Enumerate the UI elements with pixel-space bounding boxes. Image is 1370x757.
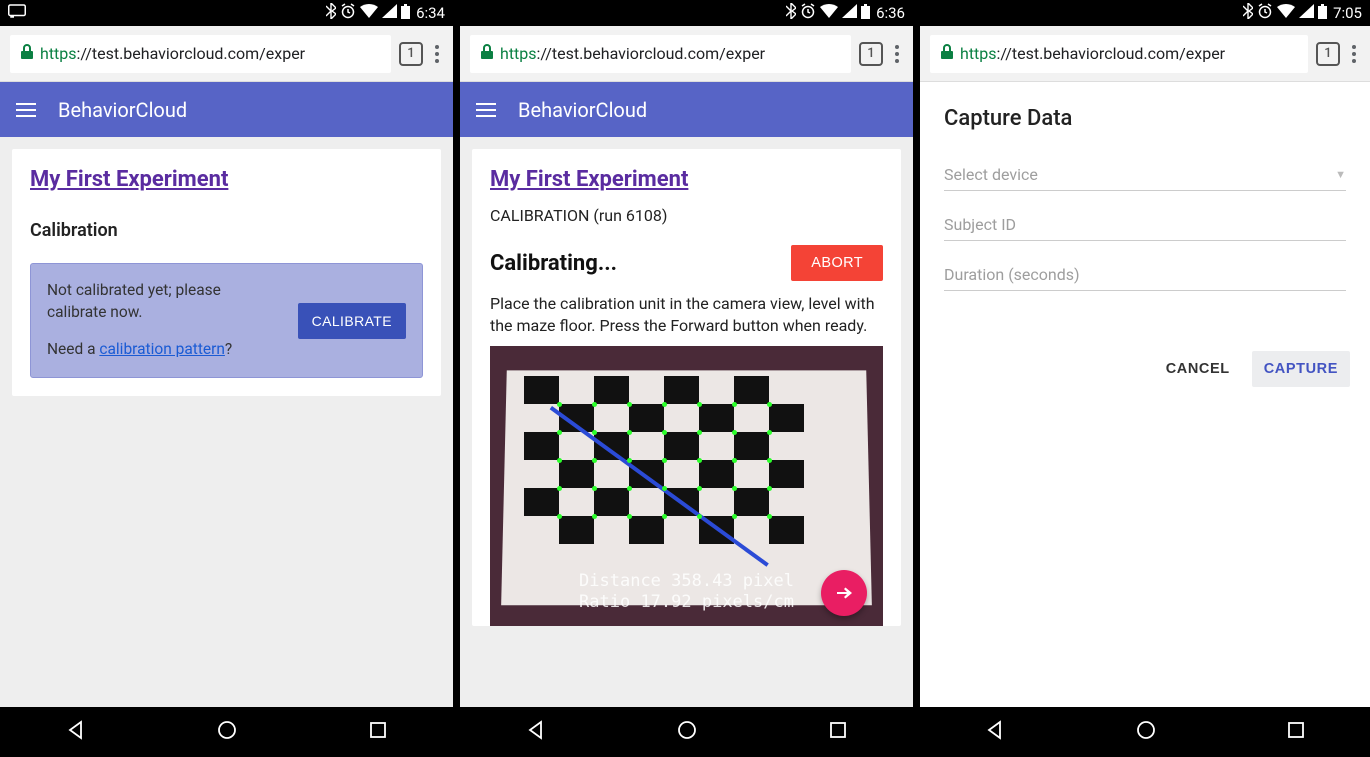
url-field[interactable]: https://test.behaviorcloud.com/exper [10,35,391,73]
signal-icon [1299,4,1314,22]
capture-button[interactable]: CAPTURE [1252,351,1350,387]
recents-button[interactable] [368,720,388,744]
android-nav-bar [920,707,1370,757]
browser-url-bar: https://test.behaviorcloud.com/exper 1 [0,26,453,82]
experiment-card: My First Experiment CALIBRATION (run 610… [472,149,901,626]
hamburger-icon[interactable] [476,103,496,117]
alarm-icon [1257,3,1273,23]
callout-text-2-pre: Need a [47,340,99,358]
home-button[interactable] [676,719,698,745]
tabs-button[interactable]: 1 [399,42,423,66]
url-field[interactable]: https://test.behaviorcloud.com/exper [930,35,1308,73]
phone-3: 7:05 https://test.behaviorcloud.com/expe… [920,0,1370,757]
experiment-card: My First Experiment Calibration Not cali… [12,149,441,396]
browser-url-bar: https://test.behaviorcloud.com/exper 1 [460,26,913,82]
app-title: BehaviorCloud [58,98,187,122]
signal-icon [382,4,397,22]
calibration-callout: Not calibrated yet; please calibrate now… [30,263,423,378]
forward-button[interactable] [821,570,867,616]
status-clock: 7:05 [1333,4,1362,22]
home-button[interactable] [1135,719,1157,745]
battery-icon [401,4,410,23]
browser-menu-button[interactable] [891,41,903,67]
android-status-bar: 6:34 [0,0,453,26]
signal-icon [842,4,857,22]
android-status-bar: 7:05 [920,0,1370,26]
recents-button[interactable] [1286,720,1306,744]
lock-icon [480,44,494,64]
android-nav-bar [460,707,913,757]
recents-button[interactable] [828,720,848,744]
home-button[interactable] [216,719,238,745]
dialog-title: Capture Data [920,82,1370,141]
alarm-icon [800,3,816,23]
wifi-icon [1277,4,1295,22]
bluetooth-icon [326,3,336,23]
lock-icon [20,44,34,64]
camera-preview: Distance 358.43 pixel Ratio 17.92 pixels… [490,346,883,626]
battery-icon [861,4,870,23]
phone-2: 6:36 https://test.behaviorcloud.com/expe… [460,0,913,757]
calibration-heading: Calibration [30,220,423,241]
cast-icon [8,4,26,22]
back-button[interactable] [525,719,547,745]
calibration-instructions: Place the calibration unit in the camera… [490,293,883,336]
cancel-button[interactable]: CANCEL [1154,351,1242,387]
battery-icon [1318,4,1327,23]
detected-corners [524,376,804,544]
wifi-icon [360,4,378,22]
phone-1: 6:34 https://test.behaviorcloud.com/expe… [0,0,453,757]
experiment-link[interactable]: My First Experiment [490,167,688,192]
duration-field[interactable]: Duration (seconds) [944,255,1346,291]
lock-icon [940,44,954,64]
calibration-run-label: CALIBRATION (run 6108) [490,206,883,225]
dialog-content: Capture Data Select device ▼ Subject ID … [920,82,1370,707]
android-nav-bar [0,707,453,757]
page-content: BehaviorCloud My First Experiment Calibr… [0,82,453,707]
calibrating-heading: Calibrating... [490,251,617,276]
bluetooth-icon [1243,3,1253,23]
tabs-button[interactable]: 1 [859,42,883,66]
chevron-down-icon: ▼ [1335,168,1346,181]
calibrate-button[interactable]: CALIBRATE [298,303,406,339]
status-clock: 6:36 [876,4,905,22]
subject-id-field[interactable]: Subject ID [944,205,1346,241]
back-button[interactable] [65,719,87,745]
browser-url-bar: https://test.behaviorcloud.com/exper 1 [920,26,1370,82]
alarm-icon [340,3,356,23]
status-clock: 6:34 [416,4,445,22]
url-field[interactable]: https://test.behaviorcloud.com/exper [470,35,851,73]
abort-button[interactable]: ABORT [791,245,883,281]
bluetooth-icon [786,3,796,23]
calibration-pattern-link[interactable]: calibration pattern [99,340,225,358]
tabs-button[interactable]: 1 [1316,42,1340,66]
app-header: BehaviorCloud [460,82,913,137]
browser-menu-button[interactable] [431,41,443,67]
callout-text-1: Not calibrated yet; please calibrate now… [47,280,284,323]
experiment-link[interactable]: My First Experiment [30,167,228,192]
browser-menu-button[interactable] [1348,41,1360,67]
select-device-field[interactable]: Select device ▼ [944,155,1346,191]
back-button[interactable] [984,719,1006,745]
app-header: BehaviorCloud [0,82,453,137]
page-content: BehaviorCloud My First Experiment CALIBR… [460,82,913,707]
wifi-icon [820,4,838,22]
hamburger-icon[interactable] [16,103,36,117]
app-title: BehaviorCloud [518,98,647,122]
android-status-bar: 6:36 [460,0,913,26]
